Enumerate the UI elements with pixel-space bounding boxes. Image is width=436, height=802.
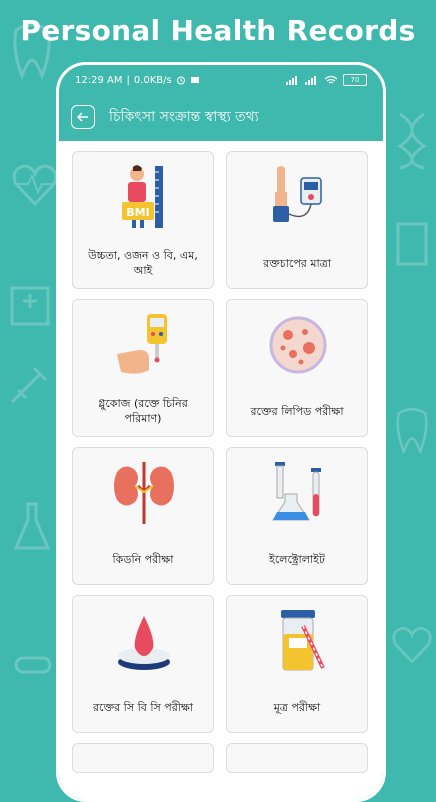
status-speed: 0.0KB/s — [133, 74, 172, 86]
kidney-icon — [114, 462, 174, 524]
signal-icon — [286, 76, 297, 85]
card-label: রক্তচাপের মাত্রা — [263, 256, 331, 270]
card-blood-pressure[interactable]: রক্তচাপের মাত্রা — [226, 151, 368, 289]
blood-drop-icon — [118, 616, 170, 670]
signal-2-icon — [305, 76, 316, 85]
back-button[interactable] — [71, 105, 95, 129]
document-icon — [396, 222, 428, 266]
status-bar: 12:29 AM | 0.0KB/s 70 — [59, 65, 383, 95]
card-label: কিডনি পরীক্ষা — [112, 552, 174, 566]
battery-indicator: 70 — [343, 74, 367, 86]
flask-icon — [13, 502, 51, 550]
category-grid: BMI উচ্চতা, ওজন ও বি, এম, আই রক্তচাপের ম… — [72, 151, 370, 773]
card-label: উচ্চতা, ওজন ও বি, এম, আই — [88, 249, 198, 277]
card-label: মূত্র পরীক্ষা — [273, 700, 321, 714]
card-partial-left[interactable] — [72, 743, 214, 773]
message-icon — [190, 77, 199, 83]
test-tubes-icon — [272, 462, 321, 521]
card-label: ইলেক্ট্রোলাইট — [269, 552, 325, 566]
glucose-meter-icon — [117, 314, 167, 374]
heart-pulse-icon — [12, 164, 58, 207]
bmi-icon-text: BMI — [126, 206, 149, 219]
promo-title: Personal Health Records — [20, 14, 416, 47]
card-electrolyte[interactable]: ইলেক্ট্রোলাইট — [226, 447, 368, 585]
tooth-icon — [396, 407, 428, 456]
status-time: 12:29 AM — [75, 74, 123, 86]
card-urine[interactable]: মূত্র পরীক্ষা — [226, 595, 368, 733]
alarm-icon — [176, 76, 185, 85]
card-lipid[interactable]: রক্তের লিপিড পরীক্ষা — [226, 299, 368, 437]
heart-icon — [392, 626, 432, 664]
blood-pressure-icon — [273, 166, 322, 222]
hospital-icon — [10, 286, 50, 326]
page-title: চিকিৎসা সংক্রান্ত স্বাস্থ্য তথ্য — [109, 109, 259, 125]
pill-icon — [14, 656, 52, 674]
card-label: গ্লুকোজ (রক্তে চিনির পরিমাণ) — [98, 397, 188, 425]
urine-sample-icon — [281, 610, 325, 671]
card-label: রক্তের লিপিড পরীক্ষা — [250, 404, 344, 418]
card-glucose[interactable]: গ্লুকোজ (রক্তে চিনির পরিমাণ) — [72, 299, 214, 437]
bmi-icon: BMI — [122, 165, 163, 228]
back-arrow-icon — [77, 112, 88, 122]
lipid-cell-icon — [269, 316, 327, 374]
dna-icon — [397, 112, 427, 170]
app-bar: চিকিৎসা সংক্রান্ত স্বাস্থ্য তথ্য — [59, 95, 383, 139]
card-bmi[interactable]: BMI উচ্চতা, ওজন ও বি, এম, আই — [72, 151, 214, 289]
card-partial-right[interactable] — [226, 743, 368, 773]
phone-frame: 12:29 AM | 0.0KB/s 70 চিকিৎসা সংক্রান্ত … — [56, 62, 386, 802]
wifi-icon — [324, 75, 338, 84]
card-kidney[interactable]: কিডনি পরীক্ষা — [72, 447, 214, 585]
card-cbc[interactable]: রক্তের সি বি সি পরীক্ষা — [72, 595, 214, 733]
card-label: রক্তের সি বি সি পরীক্ষা — [92, 700, 194, 714]
syringe-icon — [10, 366, 48, 404]
records-list[interactable]: BMI উচ্চতা, ওজন ও বি, এম, আই রক্তচাপের ম… — [59, 141, 383, 799]
status-separator: | — [126, 74, 130, 86]
